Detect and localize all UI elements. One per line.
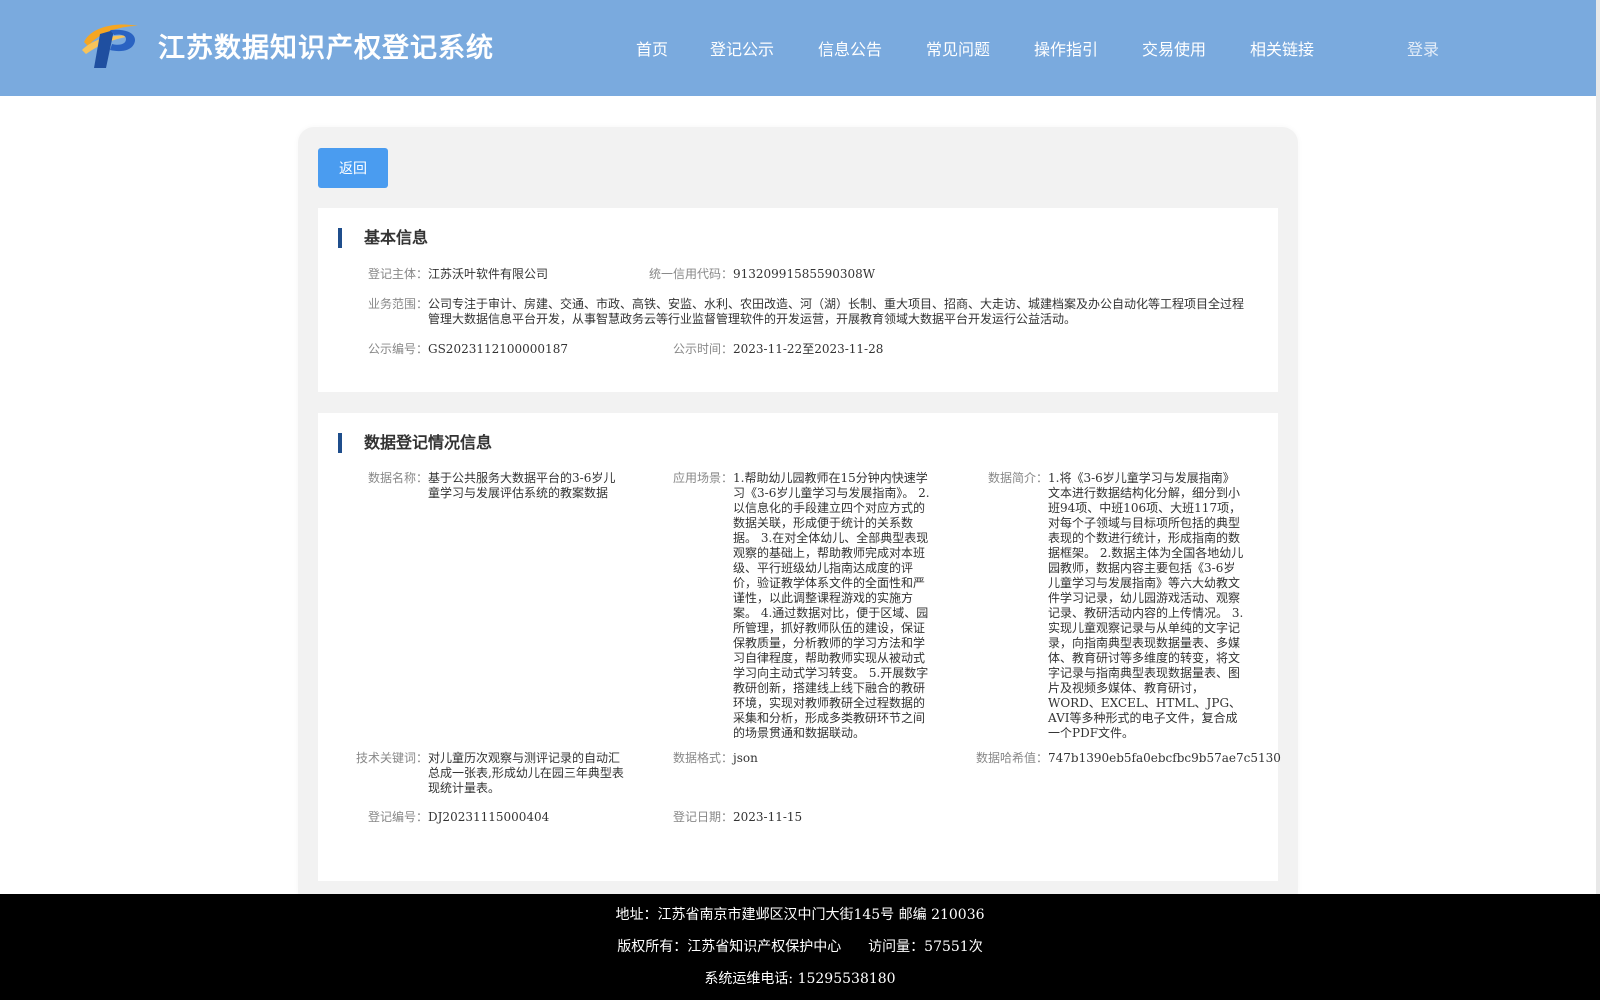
section-title-basic-info: 基本信息: [338, 228, 428, 248]
login-link[interactable]: 登录: [1407, 36, 1439, 60]
site-title: 江苏数据知识产权登记系统: [158, 33, 494, 64]
pub-time-value: 2023-11-22至2023-11-28: [733, 342, 884, 356]
back-button[interactable]: 返回: [318, 148, 388, 188]
nav-item-info-announcement[interactable]: 信息公告: [818, 36, 926, 60]
hash-label: 数据哈希值：: [975, 751, 1048, 765]
nav-item-trade-use[interactable]: 交易使用: [1142, 36, 1250, 60]
intro-field: 数据简介： 1.将《3-6岁儿童学习与发展指南》文本进行数据结构化分解，细分到小…: [318, 471, 1278, 751]
scope-value: 公司专注于审计、房建、交通、市政、高铁、安监、水利、农田改造、河（湖）长制、重大…: [428, 297, 1245, 326]
nav-item-home[interactable]: 首页: [636, 36, 710, 60]
data-registration-card: 数据登记情况信息 数据名称： 基于公共服务大数据平台的3-6岁儿童学习与发展评估…: [318, 413, 1281, 881]
logo-icon[interactable]: [80, 20, 142, 70]
scope-label: 业务范围：: [367, 297, 428, 311]
site-header: 江苏数据知识产权登记系统 首页 登记公示 信息公告 常见问题 操作指引 交易使用…: [0, 0, 1596, 96]
footer-visits: 访问量：57551次: [868, 939, 983, 955]
scope-field: 业务范围： 公司专注于审计、房建、交通、市政、高铁、安监、水利、农田改造、河（湖…: [318, 297, 1278, 329]
nav-item-faq[interactable]: 常见问题: [926, 36, 1034, 60]
hash-value: 747b1390eb5fa0ebcfbc9b57ae7c5130: [1048, 751, 1281, 765]
scrollbar-track: [1596, 0, 1600, 1000]
intro-value: 1.将《3-6岁儿童学习与发展指南》文本进行数据结构化分解，细分到小班94项、中…: [1048, 471, 1244, 740]
reg-date-value: 2023-11-15: [733, 810, 803, 824]
intro-label: 数据简介：: [987, 471, 1048, 485]
credit-code-field: 统一信用代码： 91320991585590308W: [318, 267, 1278, 282]
nav-item-registration-notice[interactable]: 登记公示: [710, 36, 818, 60]
credit-code-value: 91320991585590308W: [733, 267, 876, 281]
credit-code-label: 统一信用代码：: [648, 267, 733, 281]
hash-field: 数据哈希值： 747b1390eb5fa0ebcfbc9b57ae7c5130: [318, 751, 1281, 766]
footer-phone: 系统运维电话: 15295538180: [704, 971, 896, 987]
section-title-data-registration: 数据登记情况信息: [338, 433, 492, 453]
reg-date-field: 登记日期： 2023-11-15: [318, 810, 1278, 825]
footer-copyright-line: 版权所有：江苏省知识产权保护中心 访问量：57551次: [0, 936, 1600, 956]
detail-panel: 返回 基本信息 登记主体： 江苏沃叶软件有限公司 统一信用代码： 9132099…: [298, 127, 1298, 907]
footer-copyright: 版权所有：江苏省知识产权保护中心: [617, 939, 842, 955]
pub-time-label: 公示时间：: [672, 342, 733, 356]
site-footer: 地址：江苏省南京市建邺区汉中门大街145号 邮编 210036 版权所有：江苏省…: [0, 894, 1600, 1000]
basic-info-card: 基本信息 登记主体： 江苏沃叶软件有限公司 统一信用代码： 9132099158…: [318, 208, 1278, 392]
main-nav: 首页 登记公示 信息公告 常见问题 操作指引 交易使用 相关链接: [636, 36, 1340, 60]
nav-item-operation-guide[interactable]: 操作指引: [1034, 36, 1142, 60]
footer-address: 地址：江苏省南京市建邺区汉中门大街145号 邮编 210036: [615, 907, 985, 923]
reg-date-label: 登记日期：: [672, 810, 733, 824]
pub-time-field: 公示时间： 2023-11-22至2023-11-28: [318, 342, 1278, 357]
nav-item-related-links[interactable]: 相关链接: [1250, 36, 1340, 60]
